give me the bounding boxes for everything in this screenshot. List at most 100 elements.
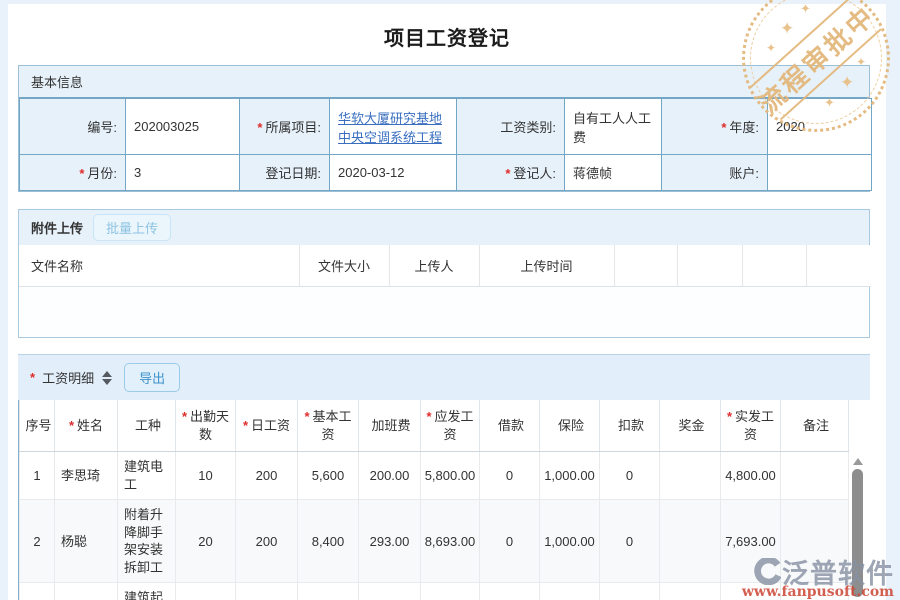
column-header: 借款 xyxy=(480,400,540,452)
cell: 200.00 xyxy=(359,452,421,500)
column-header: *姓名 xyxy=(55,400,118,452)
salary-detail-title: 工资明细 xyxy=(42,368,94,387)
field-label: 登记日期: xyxy=(240,155,330,191)
column-header: 上传时间 xyxy=(479,245,614,287)
basic-info-header: 基本信息 xyxy=(19,66,869,98)
cell xyxy=(660,500,721,583)
column-header: 加班费 xyxy=(359,400,421,452)
cell: 1 xyxy=(20,452,55,500)
cell: 4,800.00 xyxy=(721,452,781,500)
column-header: 备注 xyxy=(781,400,849,452)
cell: 0 xyxy=(480,452,540,500)
field-value: 蒋德帧 xyxy=(565,155,662,191)
field-label: 账户: xyxy=(662,155,768,191)
column-header: *基本工资 xyxy=(298,400,359,452)
field-value: 2020 xyxy=(768,99,872,155)
cell: 附着升降脚手架安装拆卸工 xyxy=(118,500,176,583)
cell: 1,000.00 xyxy=(540,583,600,600)
field-label: *月份: xyxy=(20,155,126,191)
field-value: 2020-03-12 xyxy=(330,155,457,191)
project-link[interactable]: 华软大厦研究基地中央空调系统工程 xyxy=(338,111,442,145)
column-header: 上传人 xyxy=(389,245,479,287)
page-sheet: 项目工资登记 基本信息 编号: 202003025 *所属项目: 华软大厦研究基… xyxy=(8,4,886,600)
export-button[interactable]: 导出 xyxy=(124,363,180,392)
column-header: 工种 xyxy=(118,400,176,452)
scrollbar-column xyxy=(849,400,872,452)
field-label: *登记人: xyxy=(457,155,565,191)
attachments-header-bar: 附件上传 批量上传 xyxy=(19,210,869,245)
cell: 200 xyxy=(236,500,298,583)
cell: 3 xyxy=(20,583,55,600)
table-row: 编号: 202003025 *所属项目: 华软大厦研究基地中央空调系统工程 工资… xyxy=(20,99,872,155)
column-header: 扣款 xyxy=(600,400,660,452)
column-header: 序号 xyxy=(20,400,55,452)
column-header: *日工资 xyxy=(236,400,298,452)
cell: 2 xyxy=(20,500,55,583)
cell: 5,990.00 xyxy=(421,583,480,600)
cell: 0 xyxy=(480,583,540,600)
cell: 5,600 xyxy=(298,583,359,600)
column-header: *出勤天数 xyxy=(176,400,236,452)
basic-info-section: 基本信息 编号: 202003025 *所属项目: 华软大厦研究基地中央空调系统… xyxy=(18,65,870,192)
cell: 5,600 xyxy=(298,452,359,500)
field-value xyxy=(768,155,872,191)
cell xyxy=(660,583,721,600)
cell: 0 xyxy=(600,583,660,600)
cell: 293.00 xyxy=(359,500,421,583)
column-header: 文件名称 xyxy=(19,245,299,287)
field-label: 编号: xyxy=(20,99,126,155)
brand-url: www.fanpusoft.com xyxy=(742,584,894,600)
column-header: 奖金 xyxy=(660,400,721,452)
attachments-title: 附件上传 xyxy=(31,218,83,237)
cell: 8,693.00 xyxy=(421,500,480,583)
cell xyxy=(660,452,721,500)
field-label: *年度: xyxy=(662,99,768,155)
batch-upload-button[interactable]: 批量上传 xyxy=(93,214,171,241)
fanpu-logo-icon xyxy=(754,558,781,585)
cell: 8,400 xyxy=(298,500,359,583)
page-title: 项目工资登记 xyxy=(8,4,886,51)
cell: 1,000.00 xyxy=(540,500,600,583)
cell: 20 xyxy=(176,500,236,583)
cell: 200 xyxy=(236,583,298,600)
cell: 1,000.00 xyxy=(540,452,600,500)
column-header-empty xyxy=(742,245,806,287)
cell: 200 xyxy=(236,452,298,500)
cell: 建筑起重机械安装拆卸工 xyxy=(118,583,176,600)
table-row: 序号 *姓名 工种 *出勤天数 *日工资 *基本工资 加班费 *应发工资 借款 … xyxy=(20,400,872,452)
column-header-empty xyxy=(806,245,871,287)
scroll-up-icon[interactable] xyxy=(853,458,863,465)
cell: 0 xyxy=(600,452,660,500)
cell xyxy=(781,452,849,500)
cell: 30 xyxy=(176,583,236,600)
fanpu-watermark: 泛普软件 www.fanpusoft.com xyxy=(742,552,894,600)
table-row: *月份: 3 登记日期: 2020-03-12 *登记人: 蒋德帧 账户: xyxy=(20,155,872,191)
field-label: *所属项目: xyxy=(240,99,330,155)
attachments-table: 文件名称 文件大小 上传人 上传时间 xyxy=(19,245,871,287)
salary-detail-header-bar: * 工资明细 导出 xyxy=(18,355,870,400)
column-header-empty xyxy=(677,245,742,287)
cell: 5,800.00 xyxy=(421,452,480,500)
table-row: 文件名称 文件大小 上传人 上传时间 xyxy=(19,245,871,287)
attachments-empty-area xyxy=(19,287,869,337)
cell: 杨力 xyxy=(55,583,118,600)
column-header: *实发工资 xyxy=(721,400,781,452)
column-header-empty xyxy=(614,245,677,287)
column-header: 保险 xyxy=(540,400,600,452)
field-value: 202003025 xyxy=(126,99,240,155)
field-value: 3 xyxy=(126,155,240,191)
cell: 10 xyxy=(176,452,236,500)
basic-info-table: 编号: 202003025 *所属项目: 华软大厦研究基地中央空调系统工程 工资… xyxy=(19,98,872,191)
field-label: 工资类别: xyxy=(457,99,565,155)
attachments-section: 附件上传 批量上传 文件名称 文件大小 上传人 上传时间 xyxy=(18,209,870,338)
field-value: 自有工人人工费 xyxy=(565,99,662,155)
column-header: *应发工资 xyxy=(421,400,480,452)
cell: 390.00 xyxy=(359,583,421,600)
cell: 0 xyxy=(600,500,660,583)
cell: 建筑电工 xyxy=(118,452,176,500)
table-row: 1 李思琦 建筑电工 10 200 5,600 200.00 5,800.00 … xyxy=(20,452,872,500)
cell: 0 xyxy=(480,500,540,583)
cell: 李思琦 xyxy=(55,452,118,500)
sort-icon[interactable] xyxy=(102,371,112,385)
cell: 杨聪 xyxy=(55,500,118,583)
